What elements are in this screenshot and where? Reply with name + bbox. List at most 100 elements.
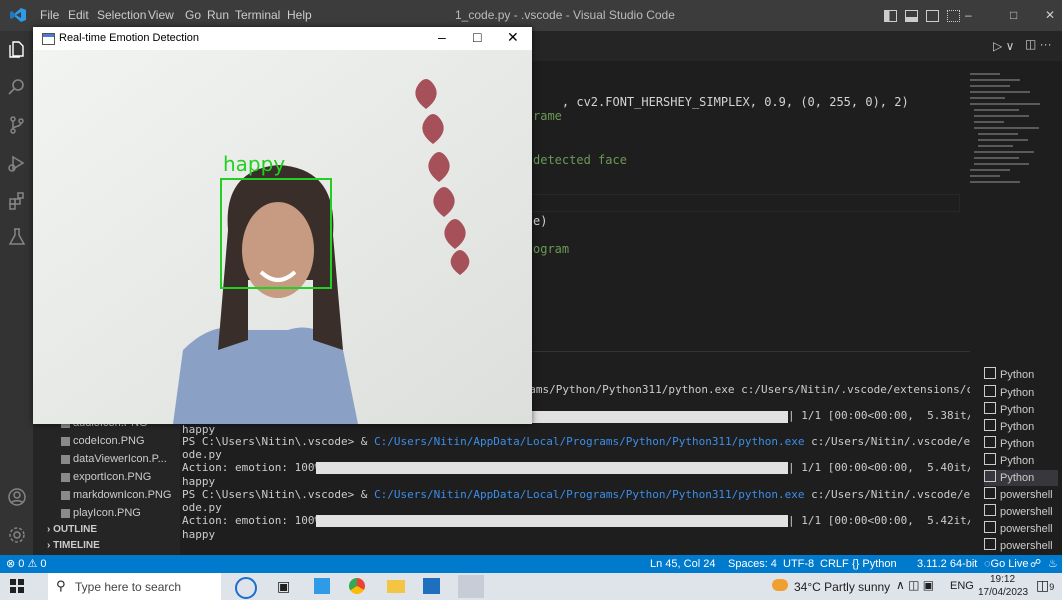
task-view-icon[interactable]: ▣ <box>277 578 290 595</box>
terminal-list: Python Python Python Python Python Pytho… <box>970 351 1062 555</box>
outline-section[interactable]: › OUTLINE <box>47 524 97 535</box>
terminal-line: | 1/1 [00:00<00:00, 5.42it/s] <box>788 514 987 527</box>
terminal-icon <box>984 385 996 397</box>
toggle-sidebar-icon[interactable] <box>884 10 897 22</box>
terminal-entry[interactable]: powershell <box>984 504 1053 520</box>
notification-count: 9 <box>1049 582 1055 592</box>
vscode-taskbar-icon[interactable] <box>314 578 330 594</box>
minimap[interactable] <box>968 69 1048 199</box>
taskbar: ⚲ Type here to search ▣ 34°C Partly sunn… <box>0 573 1062 600</box>
terminal-line: Action: emotion: 100%| <box>182 461 328 474</box>
start-button[interactable] <box>10 579 40 595</box>
popup-minimize-button[interactable]: – <box>438 29 446 45</box>
account-icon[interactable] <box>0 481 33 513</box>
current-line-highlight <box>528 194 960 212</box>
image-file-icon <box>61 455 70 464</box>
close-button[interactable]: ✕ <box>1045 0 1055 31</box>
python-interpreter[interactable]: 3.11.2 64-bit <box>917 555 977 573</box>
terminal-entry[interactable]: Python <box>984 419 1034 435</box>
search-icon: ⚲ <box>56 578 66 593</box>
run-debug-icon[interactable] <box>0 147 33 179</box>
webcam-feed: happy <box>33 50 532 424</box>
source-control-icon[interactable] <box>0 109 33 141</box>
emotion-detection-window[interactable]: Real-time Emotion Detection – □ ✕ happy <box>33 27 532 424</box>
system-tray-icons[interactable]: ∧ ◫ ▣ <box>896 578 934 592</box>
python-taskbar-icon[interactable] <box>458 575 484 598</box>
cortana-icon[interactable] <box>235 577 257 599</box>
minimize-button[interactable]: – <box>965 0 972 31</box>
code-line: detected face <box>533 153 627 167</box>
popup-close-button[interactable]: ✕ <box>507 29 519 46</box>
terminal-line: grams/Python/Python311/python.exe c:/Use… <box>516 383 1040 396</box>
split-editor-icon[interactable]: ◫ ··· <box>1025 37 1052 51</box>
testing-icon[interactable] <box>0 221 33 253</box>
popup-title: Real-time Emotion Detection <box>59 32 200 44</box>
notification-center-icon[interactable]: ◫9 <box>1036 577 1054 594</box>
weather-icon <box>772 579 788 591</box>
terminal-icon <box>984 419 996 431</box>
feedback-icon[interactable]: ☍ <box>1030 555 1041 573</box>
toggle-secondary-icon[interactable] <box>926 10 939 22</box>
indentation[interactable]: Spaces: 4 <box>728 555 777 573</box>
go-live-button[interactable]: ◌ Go Live <box>984 555 1028 573</box>
extensions-icon[interactable] <box>0 185 33 217</box>
popup-maximize-button[interactable]: □ <box>473 29 481 45</box>
clock-time[interactable]: 19:12 <box>990 574 1015 585</box>
popup-title-bar[interactable]: Real-time Emotion Detection – □ ✕ <box>33 27 532 50</box>
terminal-entry[interactable]: Python <box>984 367 1034 383</box>
explorer-icon[interactable] <box>0 33 33 65</box>
problems-indicator[interactable]: ⊗ 0 ⚠ 0 <box>6 555 46 573</box>
language-indicator[interactable]: ENG <box>950 580 974 592</box>
image-file-icon <box>61 491 70 500</box>
customize-layout-icon[interactable] <box>947 10 960 22</box>
toggle-panel-icon[interactable] <box>905 10 918 22</box>
activity-bar <box>0 31 33 555</box>
file-item[interactable]: dataViewerIcon.P... <box>61 453 167 465</box>
layout-icons[interactable] <box>884 10 960 22</box>
photos-taskbar-icon[interactable] <box>423 578 440 594</box>
language-mode[interactable]: {} Python <box>852 555 897 573</box>
terminal-icon <box>984 470 996 482</box>
file-item[interactable]: codeIcon.PNG <box>61 435 145 447</box>
chrome-taskbar-icon[interactable] <box>349 578 365 594</box>
cursor-position[interactable]: Ln 45, Col 24 <box>650 555 715 573</box>
code-line: e) <box>533 214 548 228</box>
manage-gear-icon[interactable] <box>0 519 33 551</box>
clock-date[interactable]: 17/04/2023 <box>978 587 1028 598</box>
image-file-icon <box>61 437 70 446</box>
terminal-entry[interactable]: Python <box>984 385 1034 401</box>
timeline-section[interactable]: › TIMELINE <box>47 540 100 551</box>
file-explorer-icon[interactable] <box>387 580 405 593</box>
search-box[interactable]: ⚲ Type here to search <box>48 573 221 600</box>
terminal-line: | 1/1 [00:00<00:00, 5.40it/s] <box>788 461 987 474</box>
terminal-line: happy <box>182 528 216 541</box>
run-button[interactable]: ▷ ∨ <box>993 39 1014 53</box>
terminal-line: PS C:\Users\Nitin\.vscode> & C:/Users/Ni… <box>182 488 1062 501</box>
terminal-icon <box>984 402 996 414</box>
search-placeholder: Type here to search <box>75 580 182 594</box>
terminal-entry[interactable]: powershell <box>984 487 1053 503</box>
terminal-entry[interactable]: Python <box>984 436 1034 452</box>
terminal-entry[interactable]: Python <box>984 453 1034 469</box>
encoding[interactable]: UTF-8 <box>783 555 814 573</box>
terminal-entry[interactable]: powershell <box>984 538 1053 554</box>
notifications-bell-icon[interactable]: ♨ <box>1048 555 1058 573</box>
terminal-entry-active[interactable]: Python <box>984 470 1058 486</box>
terminal-entry[interactable]: Python <box>984 402 1034 418</box>
vscode-logo-icon <box>10 8 26 22</box>
terminal-icon <box>984 367 996 379</box>
progress-bar-3 <box>316 515 788 527</box>
terminal-entry[interactable]: powershell <box>984 521 1053 537</box>
terminal-line: happy <box>182 475 216 488</box>
terminal-line: | 1/1 [00:00<00:00, 5.38it/s] <box>788 409 987 422</box>
file-item[interactable]: markdownIcon.PNG <box>61 489 171 501</box>
terminal-icon <box>984 538 996 550</box>
weather-text[interactable]: 34°C Partly sunny <box>794 580 890 594</box>
maximize-button[interactable]: □ <box>1010 0 1017 31</box>
search-icon[interactable] <box>0 71 33 103</box>
image-file-icon <box>61 509 70 518</box>
terminal-line: PS C:\Users\Nitin\.vscode> & C:/Users/Ni… <box>182 435 1062 448</box>
line-ending[interactable]: CRLF <box>820 555 849 573</box>
file-item[interactable]: exportIcon.PNG <box>61 471 151 483</box>
file-item[interactable]: playIcon.PNG <box>61 507 141 519</box>
